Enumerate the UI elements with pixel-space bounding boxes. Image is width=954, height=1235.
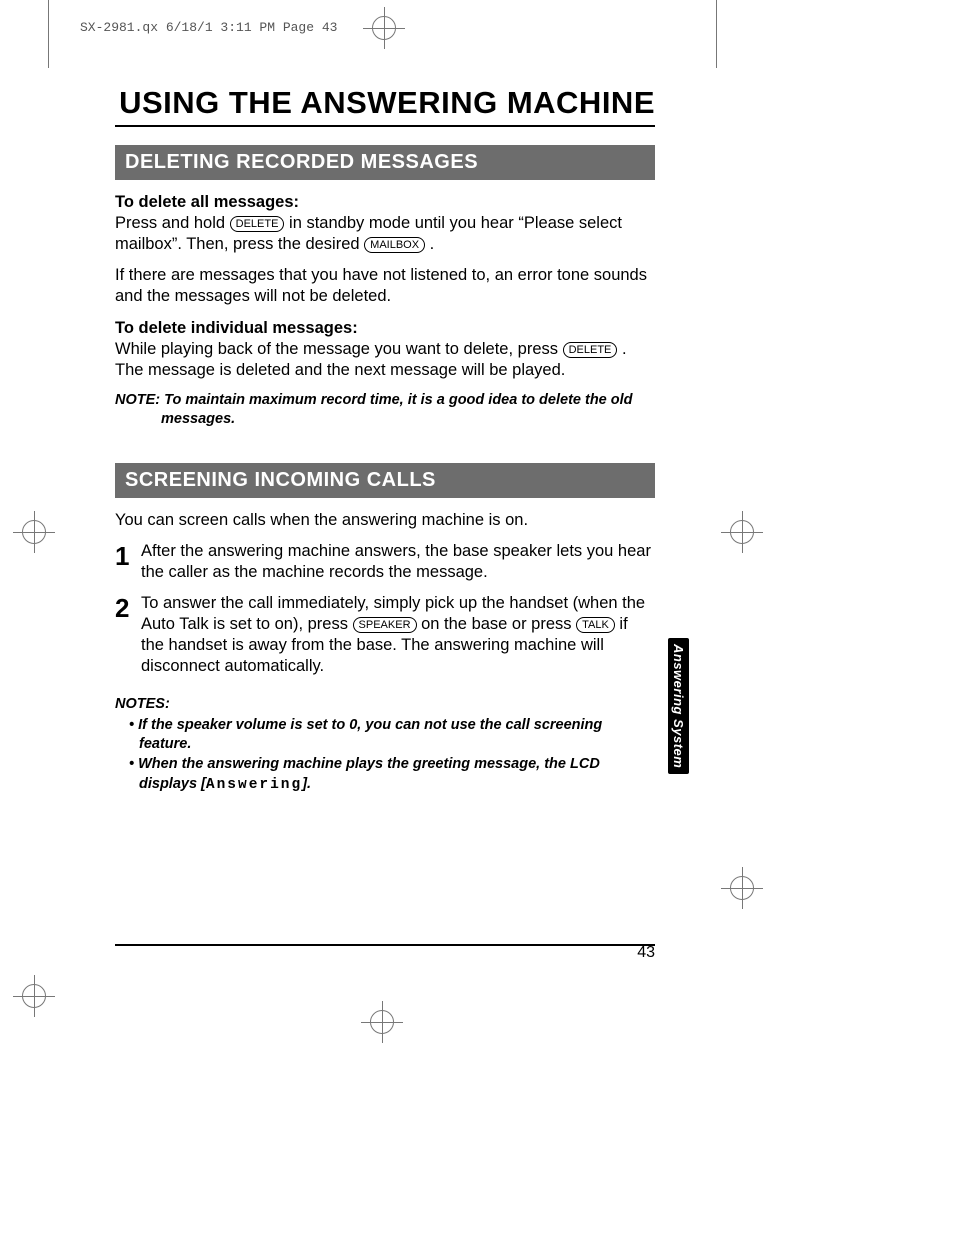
text: If there are messages that you have not … (115, 265, 655, 307)
registration-mark-bottom-left (22, 984, 46, 1008)
note-item: • When the answering machine plays the g… (129, 755, 655, 795)
keycap-speaker: SPEAKER (353, 617, 417, 633)
registration-mark-top (372, 16, 396, 40)
step-2: 2 To answer the call immediately, simply… (115, 593, 655, 677)
side-tab-answering-system: Answering System (668, 638, 689, 774)
note-item: • If the speaker volume is set to 0, you… (129, 716, 655, 755)
section-heading-deleting: DELETING RECORDED MESSAGES (115, 145, 655, 180)
subheading-delete-individual: To delete individual messages: (115, 319, 358, 337)
note-delete-old: NOTE: To maintain maximum record time, i… (115, 391, 655, 429)
text: Press and hold (115, 214, 230, 232)
keycap-talk: TALK (576, 617, 615, 633)
step-number: 1 (115, 541, 141, 583)
page-content: USING THE ANSWERING MACHINE DELETING REC… (115, 85, 655, 795)
step-number: 2 (115, 593, 141, 677)
notes-block: NOTES: • If the speaker volume is set to… (115, 695, 655, 795)
section-heading-screening: SCREENING INCOMING CALLS (115, 463, 655, 498)
text: While playing back of the message you wa… (115, 340, 563, 358)
text: You can screen calls when the answering … (115, 510, 655, 531)
registration-mark-bottom-center (370, 1010, 394, 1034)
keycap-delete: DELETE (230, 216, 285, 232)
section-screening-body: You can screen calls when the answering … (115, 510, 655, 796)
text: . (430, 235, 435, 253)
step-1: 1 After the answering machine answers, t… (115, 541, 655, 583)
step-text: After the answering machine answers, the… (141, 541, 655, 583)
page-number: 43 (115, 944, 655, 962)
crop-line-left (48, 0, 49, 68)
keycap-mailbox: MAILBOX (364, 237, 425, 253)
subheading-delete-all: To delete all messages: (115, 193, 299, 211)
step-text: To answer the call immediately, simply p… (141, 593, 655, 677)
page-title: USING THE ANSWERING MACHINE (115, 85, 655, 121)
title-rule (115, 125, 655, 127)
keycap-delete: DELETE (563, 342, 618, 358)
registration-mark-right (730, 876, 754, 900)
registration-mark-mid-right (730, 520, 754, 544)
text: on the base or press (421, 615, 576, 633)
print-slug: SX-2981.qx 6/18/1 3:11 PM Page 43 (80, 20, 337, 35)
section-deleting-body: To delete all messages: Press and hold D… (115, 192, 655, 429)
notes-heading: NOTES: (115, 695, 655, 714)
registration-mark-mid-left (22, 520, 46, 544)
crop-line-right (716, 0, 717, 68)
